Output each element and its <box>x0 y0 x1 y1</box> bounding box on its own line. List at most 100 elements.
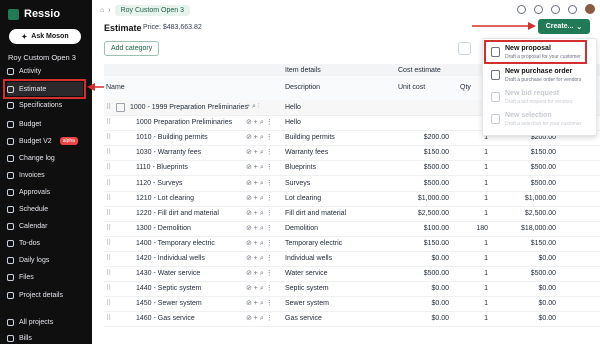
row-description[interactable]: Hello <box>285 104 301 111</box>
name-column-header[interactable]: Name <box>106 84 125 91</box>
row-name[interactable]: 1030 - Warranty fees <box>136 149 201 156</box>
row-actions-icons[interactable]: ⊘ + ⌕ ⋮ <box>246 314 273 323</box>
avatar[interactable] <box>585 4 595 14</box>
row-actions-icons[interactable]: ⊘ + ⌕ ⋮ <box>246 284 273 293</box>
drag-handle-icon[interactable]: ⠿ <box>106 314 111 322</box>
drag-handle-icon[interactable]: ⠿ <box>106 133 111 141</box>
row-description[interactable]: Surveys <box>285 180 310 187</box>
home-icon[interactable]: ⌂ <box>100 7 104 14</box>
table-row[interactable]: ⠿ 1450 - Sewer system ⊘ + ⌕ ⋮ Sewer system $… <box>104 296 600 313</box>
breadcrumb-project[interactable]: Roy Custom Open 3 <box>114 5 190 16</box>
row-actions-icons[interactable]: ⊘ + ⌕ ⋮ <box>246 194 273 203</box>
search-icon[interactable] <box>517 4 526 14</box>
row-name[interactable]: 1110 - Blueprints <box>136 164 188 171</box>
row-description[interactable]: Water service <box>285 270 328 277</box>
row-actions-icons[interactable]: ⊘ + ⌕ ⋮ <box>246 179 273 188</box>
row-unit-cost[interactable]: $500.00 <box>424 180 449 187</box>
drag-handle-icon[interactable]: ⠿ <box>106 254 111 262</box>
row-name[interactable]: 1000 Preparation Preliminaries <box>136 119 232 126</box>
sidebar-item-activity[interactable]: Activity <box>7 64 83 78</box>
row-actions-icons[interactable]: ⊘ + ⌕ ⋮ <box>246 163 273 172</box>
row-qty[interactable]: 1 <box>484 240 488 247</box>
drag-handle-icon[interactable]: ⠿ <box>106 148 111 156</box>
row-qty[interactable]: 1 <box>484 210 488 217</box>
drag-handle-icon[interactable]: ⠿ <box>106 209 111 217</box>
table-row[interactable]: ⠿ 1400 - Temporary electric ⊘ + ⌕ ⋮ Tempora… <box>104 236 600 252</box>
sidebar-item-budget[interactable]: Budget <box>7 117 83 131</box>
ask-assistant-button[interactable]: ✦ Ask Moson <box>9 29 81 44</box>
row-description[interactable]: Gas service <box>285 315 322 322</box>
drag-handle-icon[interactable]: ⠿ <box>106 269 111 277</box>
row-description[interactable]: Septic system <box>285 285 329 292</box>
row-unit-cost[interactable]: $150.00 <box>424 240 449 247</box>
sidebar-item-todos[interactable]: To-dos <box>7 236 83 250</box>
sidebar-item-invoices[interactable]: Invoices <box>7 168 83 182</box>
notification-icon[interactable] <box>568 4 577 14</box>
row-name[interactable]: 1010 - Building permits <box>136 134 208 141</box>
unit-cost-column-header[interactable]: Unit cost <box>398 84 425 91</box>
row-description[interactable]: Individual wells <box>285 255 332 262</box>
row-unit-cost[interactable]: $500.00 <box>424 164 449 171</box>
row-description[interactable]: Fill dirt and material <box>285 210 346 217</box>
row-description[interactable]: Hello <box>285 119 301 126</box>
row-actions-icons[interactable]: ⊘ + ⌕ ⋮ <box>246 254 273 263</box>
row-name[interactable]: 1120 - Surveys <box>136 180 183 187</box>
drag-handle-icon[interactable]: ⠿ <box>106 194 111 202</box>
row-description[interactable]: Temporary electric <box>285 240 342 247</box>
row-name[interactable]: 1210 - Lot clearing <box>136 195 194 202</box>
row-unit-cost[interactable]: $200.00 <box>424 134 449 141</box>
row-name[interactable]: 1450 - Sewer system <box>136 300 202 307</box>
table-row[interactable]: ⠿ 1440 - Septic system ⊘ + ⌕ ⋮ Septic syste… <box>104 281 600 298</box>
row-unit-cost[interactable]: $500.00 <box>424 270 449 277</box>
sidebar-item-budget-v2[interactable]: Budget V2 alpha <box>7 134 83 148</box>
row-unit-cost[interactable]: $2,500.00 <box>418 210 449 217</box>
row-unit-cost[interactable]: $0.00 <box>431 315 449 322</box>
sidebar-item-approvals[interactable]: Approvals <box>7 185 83 199</box>
drag-handle-icon[interactable]: ⠿ <box>106 179 111 187</box>
row-actions-icons[interactable]: ⊘ + ⌕ ⋮ <box>246 224 273 233</box>
help-icon[interactable] <box>551 4 560 14</box>
row-actions-icons[interactable]: ⊘ + ⌕ ⋮ <box>246 148 273 157</box>
select-all-checkbox[interactable] <box>458 42 471 55</box>
qty-column-header[interactable]: Qty <box>460 84 471 91</box>
row-unit-cost[interactable]: $100.00 <box>424 225 449 232</box>
row-unit-cost[interactable]: $150.00 <box>424 149 449 156</box>
row-qty[interactable]: 1 <box>484 149 488 156</box>
row-actions-icons[interactable]: ⊘ + ⌕ ⋮ <box>246 118 273 127</box>
row-name[interactable]: 1440 - Septic system <box>136 285 201 292</box>
row-description[interactable]: Lot clearing <box>285 195 321 202</box>
sidebar-item-calendar[interactable]: Calendar <box>7 219 83 233</box>
row-name[interactable]: 1400 - Temporary electric <box>136 240 215 247</box>
row-qty[interactable]: 180 <box>476 225 488 232</box>
row-qty[interactable]: 1 <box>484 270 488 277</box>
row-name[interactable]: 1000 - 1999 Preparation Preliminaries <box>130 104 248 111</box>
row-description[interactable]: Warranty fees <box>285 149 328 156</box>
price-total[interactable]: Price: $483,663.82 <box>143 24 202 31</box>
drag-handle-icon[interactable]: ⠿ <box>106 239 111 247</box>
sidebar-item-project-details[interactable]: Project details <box>7 288 83 302</box>
description-column-header[interactable]: Description <box>285 84 320 91</box>
row-name[interactable]: 1420 - Individual wells <box>136 255 205 262</box>
table-row[interactable]: ⠿ 1030 - Warranty fees ⊘ + ⌕ ⋮ Warranty fee… <box>104 145 600 162</box>
table-row[interactable]: ⠿ 1460 - Gas service ⊘ + ⌕ ⋮ Gas service $0.… <box>104 311 600 328</box>
row-description[interactable]: Blueprints <box>285 164 316 171</box>
table-row[interactable]: ⠿ 1110 - Blueprints ⊘ + ⌕ ⋮ Blueprints $500.… <box>104 160 600 177</box>
row-qty[interactable]: 1 <box>484 285 488 292</box>
chat-icon[interactable] <box>534 4 543 14</box>
row-actions-icons[interactable]: ⊘ + ⌕ ⋮ <box>246 239 273 248</box>
table-row[interactable]: ⠿ 1210 - Lot clearing ⊘ + ⌕ ⋮ Lot clearing $… <box>104 191 600 207</box>
row-qty[interactable]: 1 <box>484 315 488 322</box>
row-qty[interactable]: 1 <box>484 255 488 262</box>
add-category-button[interactable]: Add category <box>104 41 160 56</box>
row-checkbox[interactable] <box>116 103 125 112</box>
menu-item-new-purchase-order[interactable]: New purchase order Draft a purchase orde… <box>487 65 592 87</box>
row-qty[interactable]: 1 <box>484 300 488 307</box>
row-name[interactable]: 1220 - Fill dirt and material <box>136 210 219 217</box>
row-qty[interactable]: 1 <box>484 195 488 202</box>
row-name[interactable]: 1460 - Gas service <box>136 315 195 322</box>
table-row[interactable]: ⠿ 1220 - Fill dirt and material ⊘ + ⌕ ⋮ Fil… <box>104 206 600 222</box>
row-actions-icons[interactable]: ⊘ + ⌕ ⋮ <box>246 133 273 142</box>
project-name[interactable]: Roy Custom Open 3 <box>8 53 76 62</box>
table-row[interactable]: ⠿ 1300 - Demolition ⊘ + ⌕ ⋮ Demolition $100.… <box>104 221 600 237</box>
row-description[interactable]: Demolition <box>285 225 318 232</box>
